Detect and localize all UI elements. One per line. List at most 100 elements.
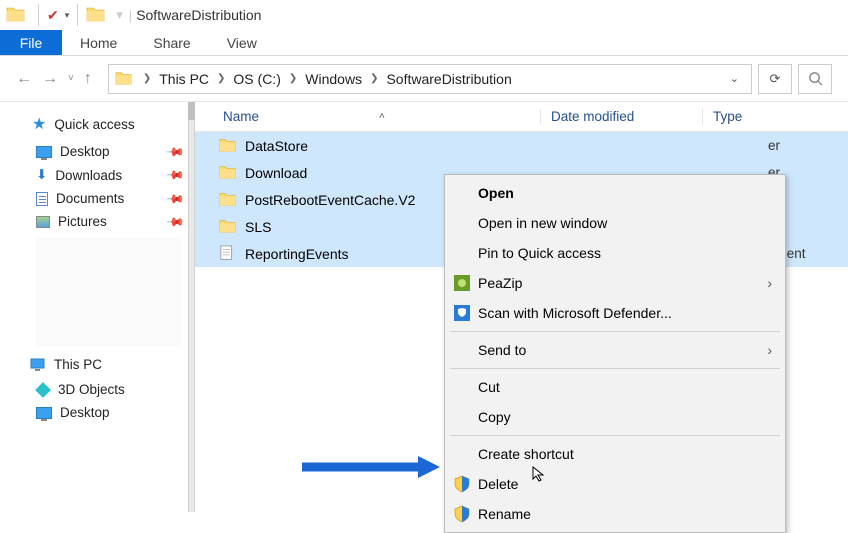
context-menu: Open Open in new window Pin to Quick acc… bbox=[444, 174, 786, 533]
window-title: SoftwareDistribution bbox=[136, 7, 261, 23]
sidebar-item-documents[interactable]: Documents📌 bbox=[14, 187, 195, 210]
sidebar-resize-handle[interactable] bbox=[188, 102, 195, 512]
titlebar-divider: | bbox=[129, 8, 132, 23]
titlebar-separator: ▾ bbox=[116, 7, 123, 23]
breadcrumb-2[interactable]: Windows bbox=[305, 71, 362, 87]
navigation-pane: ★Quick access Desktop📌 ⬇Downloads📌 Docum… bbox=[0, 102, 195, 512]
monitor-icon bbox=[36, 407, 52, 419]
breadcrumb-1[interactable]: OS (C:) bbox=[233, 71, 280, 87]
menu-pin-quick-access[interactable]: Pin to Quick access bbox=[448, 238, 782, 268]
sidebar-item-label: 3D Objects bbox=[58, 382, 125, 397]
column-type[interactable]: Type bbox=[702, 109, 848, 124]
menu-cut[interactable]: Cut bbox=[448, 372, 782, 402]
pin-icon: 📌 bbox=[165, 211, 185, 231]
ribbon-tabs: File Home Share View bbox=[0, 30, 848, 56]
folder-icon bbox=[219, 137, 237, 155]
pin-icon: 📌 bbox=[165, 165, 185, 185]
address-bar[interactable]: ❯ This PC ❯ OS (C:) ❯ Windows ❯ Software… bbox=[108, 64, 752, 94]
sidebar-quick-label: Quick access bbox=[54, 117, 134, 132]
menu-defender[interactable]: Scan with Microsoft Defender... bbox=[448, 298, 782, 328]
cube-icon bbox=[35, 382, 51, 398]
titlebar: ✔ ▾ ▾ | SoftwareDistribution bbox=[0, 0, 848, 30]
breadcrumb-sep[interactable]: ❯ bbox=[370, 73, 378, 84]
menu-separator bbox=[450, 331, 780, 332]
peazip-icon bbox=[453, 274, 471, 292]
sidebar-item-downloads[interactable]: ⬇ Downloads 📌 bbox=[14, 163, 195, 187]
sidebar-item-desktop[interactable]: Desktop📌 bbox=[14, 140, 195, 163]
document-icon bbox=[36, 192, 48, 206]
up-button[interactable]: ↑ bbox=[84, 70, 92, 88]
address-dropdown-icon[interactable]: ⌄ bbox=[724, 72, 745, 85]
sidebar-this-pc[interactable]: This PC bbox=[14, 351, 195, 378]
column-name[interactable]: Name˄ bbox=[195, 109, 540, 124]
folder-icon bbox=[219, 191, 237, 209]
forward-button[interactable]: → bbox=[42, 70, 58, 88]
menu-label: PeaZip bbox=[478, 275, 522, 291]
sidebar-item-3dobjects[interactable]: 3D Objects bbox=[14, 378, 195, 401]
tab-view[interactable]: View bbox=[209, 30, 275, 55]
menu-open[interactable]: Open bbox=[448, 178, 782, 208]
download-icon: ⬇ bbox=[36, 167, 47, 183]
breadcrumb-3[interactable]: SoftwareDistribution bbox=[386, 71, 511, 87]
breadcrumb-sep[interactable]: ❯ bbox=[217, 73, 225, 84]
titlebar-folder-icon bbox=[6, 5, 26, 25]
breadcrumb-sep[interactable]: ❯ bbox=[289, 73, 297, 84]
annotation-arrow bbox=[300, 455, 440, 479]
picture-icon bbox=[36, 216, 50, 228]
back-button[interactable]: ← bbox=[16, 70, 32, 88]
folder-icon bbox=[219, 164, 237, 182]
quick-access-toolbar: ✔ ▾ bbox=[38, 4, 78, 26]
file-row[interactable]: DataStoreer bbox=[195, 132, 848, 159]
submenu-arrow-icon: › bbox=[767, 275, 772, 291]
sidebar-scrollbar-thumb[interactable] bbox=[188, 102, 195, 120]
menu-open-new-window[interactable]: Open in new window bbox=[448, 208, 782, 238]
sidebar-item-pictures[interactable]: Pictures 📌 bbox=[14, 210, 195, 233]
menu-label: Cut bbox=[478, 379, 500, 395]
address-folder-icon bbox=[115, 70, 133, 88]
menu-send-to[interactable]: Send to› bbox=[448, 335, 782, 365]
menu-delete[interactable]: Delete bbox=[448, 469, 782, 499]
menu-label: Send to bbox=[478, 342, 526, 358]
tab-home[interactable]: Home bbox=[62, 30, 135, 55]
column-name-label: Name bbox=[223, 109, 259, 124]
sidebar-item-label: Pictures bbox=[58, 214, 107, 229]
tab-share[interactable]: Share bbox=[135, 30, 208, 55]
menu-create-shortcut[interactable]: Create shortcut bbox=[448, 439, 782, 469]
sidebar-quick-access[interactable]: ★Quick access bbox=[14, 108, 195, 140]
search-button[interactable] bbox=[798, 64, 832, 94]
breadcrumb-sep[interactable]: ❯ bbox=[143, 73, 151, 84]
sidebar-item-desktop2[interactable]: Desktop bbox=[14, 401, 195, 424]
shield-icon bbox=[453, 505, 471, 523]
file-icon bbox=[219, 245, 237, 263]
breadcrumb-0[interactable]: This PC bbox=[159, 71, 209, 87]
monitor-icon bbox=[36, 146, 52, 158]
folder-icon bbox=[219, 218, 237, 236]
menu-separator bbox=[450, 435, 780, 436]
sidebar-blank-area bbox=[36, 237, 181, 347]
column-date[interactable]: Date modified bbox=[540, 109, 702, 124]
sidebar-item-label: Desktop bbox=[60, 405, 110, 420]
menu-label: Scan with Microsoft Defender... bbox=[478, 305, 672, 321]
qat-dropdown-icon[interactable]: ▾ bbox=[65, 10, 70, 21]
titlebar-app-icon bbox=[86, 5, 106, 25]
sidebar-thispc-label: This PC bbox=[54, 357, 102, 372]
cursor-icon bbox=[532, 466, 548, 482]
menu-copy[interactable]: Copy bbox=[448, 402, 782, 432]
refresh-button[interactable]: ⟳ bbox=[758, 64, 792, 94]
file-type: er bbox=[758, 138, 848, 153]
file-tab[interactable]: File bbox=[0, 30, 62, 55]
navigation-bar: ← → ˅ ↑ ❯ This PC ❯ OS (C:) ❯ Windows ❯ … bbox=[0, 56, 848, 102]
pin-icon: 📌 bbox=[165, 141, 185, 161]
defender-icon bbox=[453, 304, 471, 322]
file-name: DataStore bbox=[245, 138, 758, 154]
menu-separator bbox=[450, 368, 780, 369]
menu-peazip[interactable]: PeaZip › bbox=[448, 268, 782, 298]
menu-rename[interactable]: Rename bbox=[448, 499, 782, 529]
pc-icon bbox=[30, 358, 46, 372]
pin-icon: 📌 bbox=[165, 188, 185, 208]
menu-label: Delete bbox=[478, 476, 518, 492]
sidebar-item-label: Downloads bbox=[55, 168, 122, 183]
recent-dropdown-icon[interactable]: ˅ bbox=[68, 73, 74, 84]
menu-label: Create shortcut bbox=[478, 446, 574, 462]
qat-check-icon[interactable]: ✔ bbox=[47, 7, 59, 24]
